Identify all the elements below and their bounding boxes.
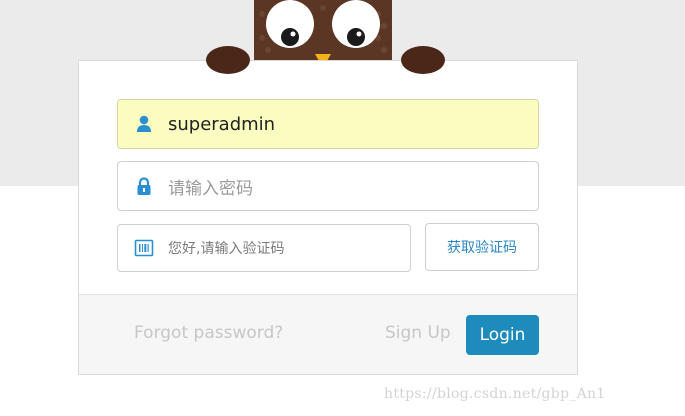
owl-right-paw: [401, 46, 445, 74]
lock-icon: [137, 177, 151, 195]
owl-right-pupil: [347, 28, 365, 46]
barcode-icon: [134, 239, 154, 257]
owl-mascot: [254, 0, 392, 61]
username-value: superadmin: [168, 113, 276, 135]
url-watermark: https://blog.csdn.net/gbp_An1: [384, 386, 606, 402]
user-icon: [137, 115, 151, 132]
sign-up-link[interactable]: Sign Up: [385, 323, 451, 343]
card-footer: Forgot password? Sign Up Login: [79, 294, 577, 374]
owl-left-paw: [206, 46, 250, 74]
captcha-placeholder: 您好,请输入验证码: [168, 241, 285, 257]
login-button[interactable]: Login: [466, 315, 539, 355]
captcha-field[interactable]: 您好,请输入验证码: [117, 224, 411, 272]
username-field[interactable]: superadmin: [117, 99, 539, 149]
owl-left-pupil: [281, 28, 299, 46]
forgot-password-link[interactable]: Forgot password?: [134, 323, 283, 343]
password-field[interactable]: 请输入密码: [117, 161, 539, 211]
login-card: superadmin 请输入密码 您好,请输入验证码 获取验证码 Forgot …: [78, 60, 578, 375]
get-captcha-button[interactable]: 获取验证码: [425, 223, 539, 271]
password-placeholder: 请输入密码: [168, 178, 253, 199]
